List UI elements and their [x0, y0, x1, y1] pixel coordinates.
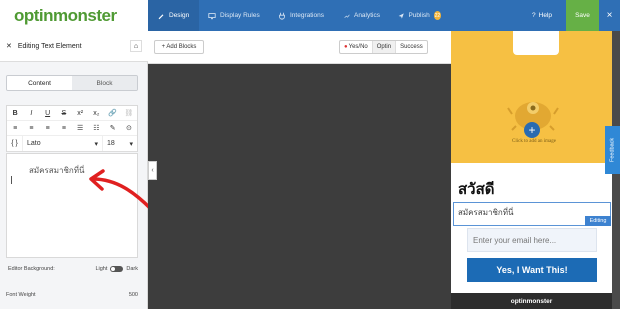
preview-canvas: [148, 64, 451, 309]
add-blocks-button[interactable]: + Add Blocks: [154, 40, 204, 54]
emoji-icon[interactable]: ⊙: [121, 121, 137, 135]
dark-label: Dark: [126, 266, 138, 272]
align-right-icon[interactable]: ≡: [40, 121, 56, 135]
chart-icon: [344, 14, 350, 18]
font-family-value: Lato: [27, 140, 41, 147]
editor-background-row: Editor Background: Light Dark: [8, 266, 138, 272]
email-field[interactable]: Enter your email here...: [467, 228, 597, 252]
help-icon: ?: [532, 12, 536, 19]
font-weight-row[interactable]: Font Weight 500: [6, 292, 138, 298]
tab-publish[interactable]: Publish 22: [389, 0, 450, 31]
unlink-icon[interactable]: ⛓: [121, 106, 137, 120]
envelope-card: [513, 31, 559, 55]
tab-integrations-label: Integrations: [290, 12, 324, 19]
tab-display-rules[interactable]: Display Rules: [199, 0, 269, 31]
editor-background-label: Editor Background:: [8, 266, 55, 272]
chevron-down-icon: ▾: [94, 140, 98, 148]
font-family-select[interactable]: Lato ▾: [22, 136, 103, 151]
panel-title: Editing Text Element: [17, 42, 82, 50]
send-icon: [398, 12, 404, 19]
align-justify-icon[interactable]: ≡: [56, 121, 72, 135]
text-caret: [11, 176, 12, 184]
view-switcher: ● Yes/No Optin Success: [339, 40, 428, 54]
font-weight-label: Font Weight: [6, 292, 36, 298]
close-icon: ×: [606, 10, 613, 21]
tab-design-label: Design: [169, 12, 190, 19]
chevron-down-icon: ▾: [129, 140, 133, 148]
tab-display-rules-label: Display Rules: [220, 12, 260, 19]
align-left-icon[interactable]: ≡: [7, 121, 23, 135]
font-size-select[interactable]: 18 ▾: [103, 136, 137, 151]
tab-analytics[interactable]: Analytics: [335, 0, 389, 31]
background-toggle[interactable]: [110, 266, 124, 272]
text-formatting-toolbar: B I U S x² x₂ 🔗 ⛓ ≡ ≡ ≡ ≡ ☰ ☷ ✎ ⊙ { } La…: [6, 105, 138, 152]
popup-heading[interactable]: สวัสดี: [458, 177, 494, 201]
view-success[interactable]: Success: [396, 41, 427, 53]
tab-analytics-label: Analytics: [353, 12, 380, 19]
popup-subheading[interactable]: สมัครสมาชิกที่นี่: [458, 206, 513, 219]
link-icon[interactable]: 🔗: [105, 106, 121, 120]
plus-icon: +: [528, 123, 536, 137]
status-dot-icon: ●: [344, 44, 348, 50]
collapse-panel-button[interactable]: ‹: [148, 161, 157, 180]
save-label: Save: [575, 12, 590, 19]
home-icon[interactable]: ⌂: [130, 40, 142, 52]
chevron-left-icon: ‹: [151, 167, 154, 174]
brush-icon: [158, 13, 164, 19]
powered-by-bar[interactable]: optinmonster: [451, 293, 612, 309]
font-size-value: 18: [107, 140, 115, 147]
plug-icon: [279, 12, 285, 20]
font-weight-value: 500: [128, 292, 138, 298]
submit-button[interactable]: Yes, I Want This!: [467, 258, 597, 282]
underline-icon[interactable]: U: [40, 106, 56, 120]
tab-integrations[interactable]: Integrations: [269, 0, 335, 31]
tab-design[interactable]: Design: [148, 0, 199, 31]
italic-icon[interactable]: I: [23, 106, 39, 120]
numbered-list-icon[interactable]: ☷: [88, 121, 104, 135]
view-optin[interactable]: Optin: [372, 41, 397, 53]
editing-badge: Editing: [585, 216, 611, 226]
feedback-tab[interactable]: Feedback: [605, 126, 620, 174]
click-to-add-label: Click to add an image: [512, 139, 556, 144]
tab-publish-label: Publish: [408, 12, 430, 19]
help-label: Help: [538, 12, 552, 19]
help-button[interactable]: ? Help: [527, 0, 565, 31]
editor-text: สมัครสมาชิกที่นี่: [29, 166, 85, 175]
publish-badge: 22: [433, 11, 441, 20]
align-center-icon[interactable]: ≡: [23, 121, 39, 135]
strikethrough-icon[interactable]: S: [56, 106, 72, 120]
bullet-list-icon[interactable]: ☰: [72, 121, 88, 135]
view-yes-no[interactable]: ● Yes/No: [340, 41, 373, 53]
panel-tabs: Content Block: [6, 75, 138, 91]
light-label: Light: [95, 266, 108, 272]
color-picker-icon[interactable]: ✎: [105, 121, 121, 135]
superscript-icon[interactable]: x²: [72, 106, 88, 120]
optinmonster-logo[interactable]: optinmonster: [0, 0, 148, 31]
view-yes-no-label: Yes/No: [348, 44, 368, 50]
tab-block[interactable]: Block: [72, 76, 137, 90]
panel-header: ✕ Editing Text Element ⌂: [0, 31, 148, 62]
merge-tags-button[interactable]: { }: [7, 136, 22, 151]
add-image-button[interactable]: +: [524, 122, 540, 138]
close-panel-icon[interactable]: ✕: [6, 42, 12, 50]
monitor-icon: [208, 12, 216, 19]
logo-text: optinmonster: [14, 5, 117, 25]
tab-content[interactable]: Content: [7, 76, 72, 90]
save-button[interactable]: Save: [566, 0, 599, 31]
subscript-icon[interactable]: x₂: [88, 106, 104, 120]
annotation-arrow: [89, 169, 153, 211]
close-button[interactable]: ×: [599, 0, 620, 31]
bold-icon[interactable]: B: [7, 106, 23, 120]
